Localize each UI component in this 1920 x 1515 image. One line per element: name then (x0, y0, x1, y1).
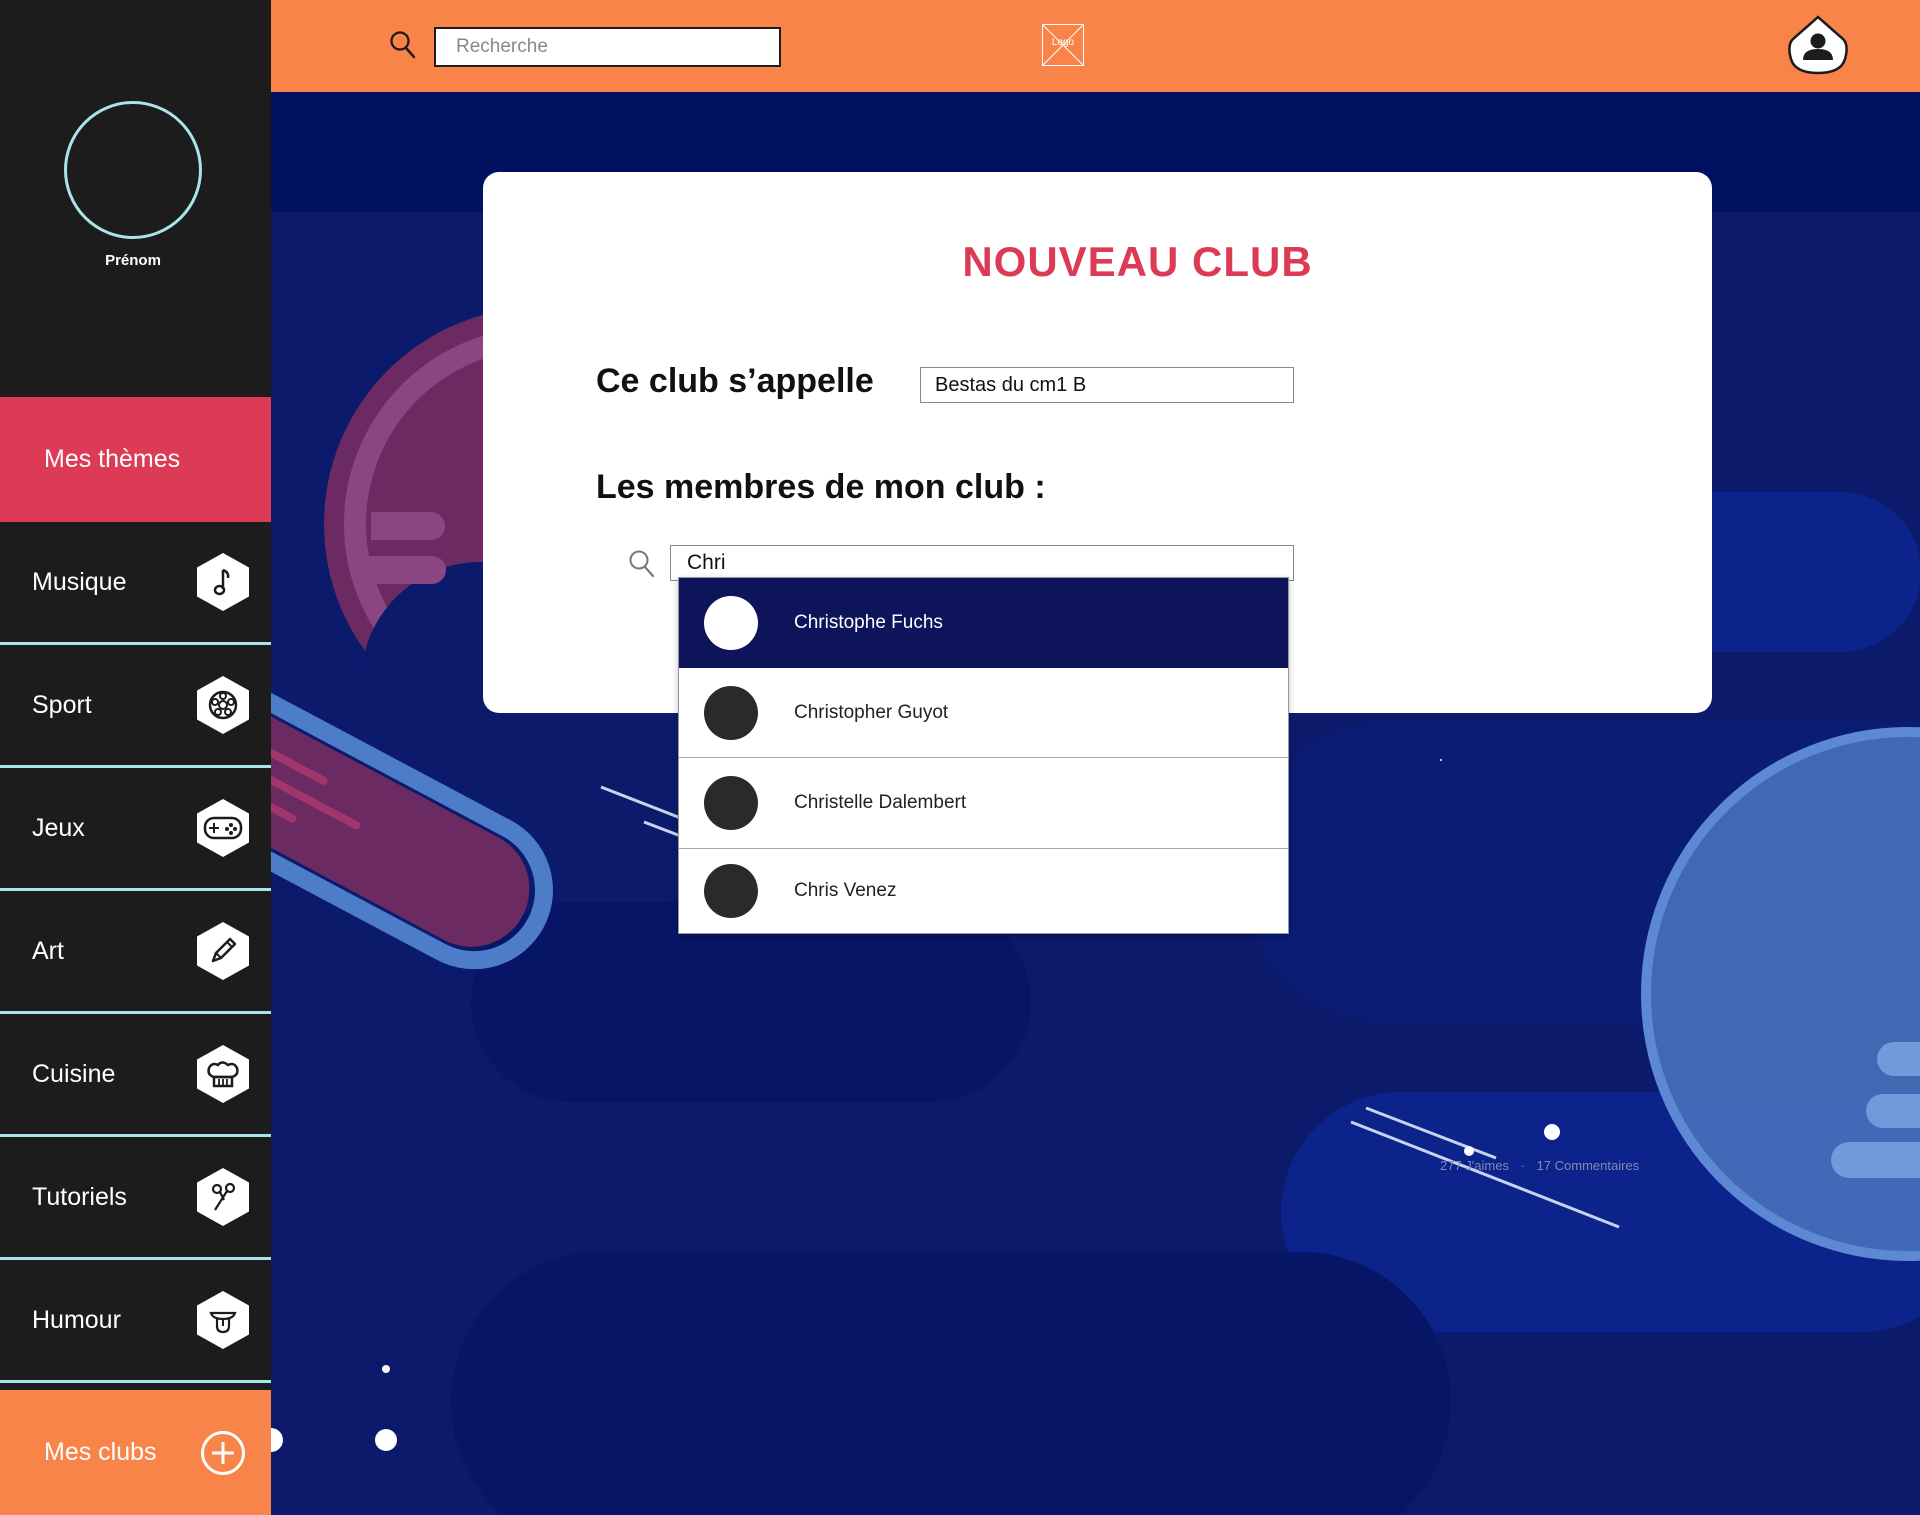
sidebar-item-label: Humour (32, 1305, 121, 1334)
gamepad-icon (197, 799, 249, 857)
suggestion-name: Christopher Guyot (794, 701, 949, 723)
logo-text: Logo (1051, 37, 1075, 48)
sidebar-item-label: Sport (32, 690, 92, 719)
sidebar: Prénom Mes thèmes Musique Sport Jeux Art… (0, 0, 271, 1515)
search-icon[interactable] (628, 549, 656, 584)
suggestion-name: Christophe Fuchs (794, 612, 943, 633)
sidebar-item-cuisine[interactable]: Cuisine (0, 1014, 271, 1137)
suggestion-name: Christelle Dalembert (794, 792, 967, 813)
background-post-meta: 277 J'aimes · 17 Commentaires (1440, 1158, 1647, 1173)
suggestion-item[interactable]: Chris Venez (679, 849, 1288, 933)
soccer-ball-icon (197, 676, 249, 734)
avatar[interactable] (64, 101, 202, 239)
sidebar-item-tutoriels[interactable]: Tutoriels (0, 1137, 271, 1260)
member-suggestions-dropdown: Christophe Fuchs Christopher Guyot Chris… (678, 577, 1289, 934)
logo[interactable]: Logo (1042, 24, 1084, 66)
sidebar-item-label: Art (32, 936, 64, 965)
pencil-icon (197, 922, 249, 980)
sidebar-item-sport[interactable]: Sport (0, 645, 271, 768)
user-name: Prénom (105, 252, 161, 269)
add-club-button[interactable] (201, 1430, 245, 1475)
sidebar-item-label: Cuisine (32, 1059, 116, 1088)
my-themes-label: Mes thèmes (44, 445, 181, 473)
avatar (704, 685, 758, 740)
chef-hat-icon (197, 1045, 249, 1103)
likes-count: 277 J'aimes (1440, 1158, 1509, 1173)
avatar (704, 596, 758, 650)
suggestion-item[interactable]: Christopher Guyot (679, 668, 1288, 758)
avatar (704, 776, 758, 830)
my-clubs-header[interactable]: Mes clubs (0, 1390, 271, 1515)
club-name-label: Ce club s’appelle (596, 362, 874, 400)
avatar (704, 864, 758, 918)
club-name-input[interactable] (920, 367, 1294, 403)
suggestion-item[interactable]: Christophe Fuchs (679, 578, 1288, 668)
search-input[interactable] (434, 27, 781, 67)
sidebar-item-jeux[interactable]: Jeux (0, 768, 271, 891)
top-bar: Logo (271, 0, 1920, 92)
sidebar-item-musique[interactable]: Musique (0, 522, 271, 645)
comments-count: 17 Commentaires (1536, 1158, 1640, 1173)
scissors-icon (197, 1168, 249, 1226)
music-note-icon (197, 553, 249, 611)
sidebar-item-label: Jeux (32, 813, 85, 842)
sidebar-item-art[interactable]: Art (0, 891, 271, 1014)
page-title: Nouveau club (962, 238, 1313, 285)
suggestion-name: Chris Venez (794, 880, 897, 901)
profile-icon[interactable] (1787, 15, 1849, 80)
suggestion-item[interactable]: Christelle Dalembert (679, 758, 1288, 849)
tongue-face-icon (197, 1291, 249, 1349)
members-label: Les membres de mon club : (596, 468, 1046, 506)
search-icon[interactable] (389, 30, 417, 65)
member-search-input[interactable] (670, 545, 1294, 581)
sidebar-item-humour[interactable]: Humour (0, 1260, 271, 1383)
meta-separator: · (1520, 1158, 1525, 1173)
sidebar-item-label: Tutoriels (32, 1182, 127, 1211)
my-clubs-label: Mes clubs (44, 1438, 157, 1466)
my-themes-header[interactable]: Mes thèmes (0, 397, 271, 522)
sidebar-item-label: Musique (32, 567, 127, 596)
